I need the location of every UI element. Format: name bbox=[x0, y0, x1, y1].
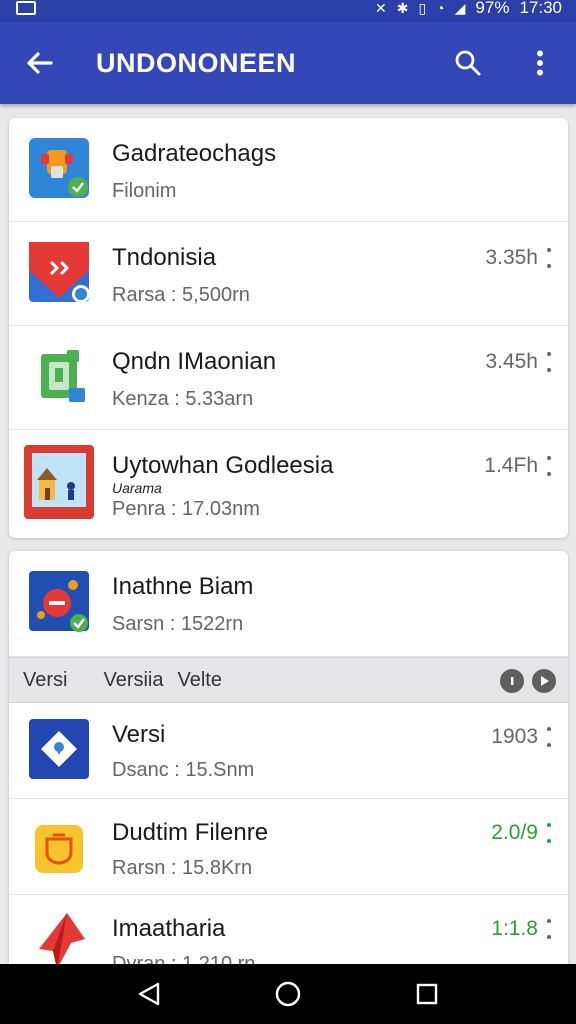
nav-back-button[interactable] bbox=[119, 964, 179, 1024]
app-list-card: Gadrateochags Filonim Tndonisia Rarsa : … bbox=[9, 118, 568, 538]
app-name: Versi bbox=[112, 721, 166, 748]
section-header: Versi Versiia Velte bbox=[9, 657, 568, 703]
app-tagline: Uarama bbox=[112, 480, 162, 496]
signal-icon: ◢ bbox=[454, 0, 466, 16]
app-icon-orange-tile bbox=[27, 136, 91, 200]
bluetooth-icon: ✱ bbox=[396, 0, 409, 16]
app-size: 2.0/9 bbox=[491, 821, 538, 844]
app-size: 1.4Fh bbox=[484, 454, 538, 477]
status-bar: ✕ ✱ ▯ ◔ ◢ 97% 17:30 bbox=[0, 0, 576, 22]
app-name: Qndn IMaonian bbox=[112, 348, 277, 375]
app-icon-blue-diamond bbox=[27, 717, 91, 781]
list-item[interactable]: Uytowhan Godleesia Uarama Penra : 17.03n… bbox=[9, 430, 568, 534]
screenshot-icon bbox=[16, 1, 36, 15]
info-icon[interactable] bbox=[500, 669, 524, 693]
app-name: Tndonisia bbox=[112, 244, 217, 271]
app-subtitle: Rarsn : 15.8Krn bbox=[112, 857, 253, 879]
more-options-icon[interactable] bbox=[544, 452, 554, 480]
overflow-menu-button[interactable] bbox=[504, 22, 576, 104]
back-button[interactable] bbox=[0, 22, 78, 104]
app-icon-yellow-bag bbox=[27, 817, 91, 881]
app-name: Dudtim Filenre bbox=[112, 819, 269, 846]
play-icon[interactable] bbox=[532, 669, 556, 693]
nav-recents-button[interactable] bbox=[397, 964, 457, 1024]
app-subtitle: Sarsn : 1522rn bbox=[112, 613, 244, 635]
more-options-icon[interactable] bbox=[544, 819, 554, 847]
section-label-2: Versiia bbox=[103, 668, 164, 691]
system-nav-bar bbox=[0, 964, 576, 1024]
list-item[interactable]: Versi Dsanc : 15.Snm 1903 bbox=[9, 703, 568, 799]
app-bar: UNDONONEEN bbox=[0, 22, 576, 104]
section-label-1: Versi bbox=[23, 668, 68, 691]
list-item[interactable]: Qndn IMaonian Kenza : 5.33arn 3.45h bbox=[9, 326, 568, 430]
overflow-menu-icon bbox=[537, 50, 543, 76]
app-size: 1903 bbox=[491, 725, 538, 748]
app-name: Gadrateochags bbox=[112, 140, 277, 167]
more-options-icon[interactable] bbox=[544, 915, 554, 943]
nav-back-icon bbox=[139, 982, 160, 1006]
nav-home-icon bbox=[275, 981, 301, 1007]
app-list-card-2: Inathne Biam Sarsn : 1522rn Versi Versii… bbox=[9, 551, 568, 981]
app-name: Uytowhan Godleesia bbox=[112, 452, 334, 479]
app-subtitle: Rarsa : 5,500rn bbox=[112, 284, 250, 306]
app-size: 3.35h bbox=[485, 246, 538, 269]
app-icon-red-heart bbox=[27, 240, 91, 304]
app-icon-green-doc bbox=[27, 344, 91, 408]
list-item[interactable]: Inathne Biam Sarsn : 1522rn bbox=[9, 551, 568, 657]
app-name: Imaatharia bbox=[112, 915, 226, 942]
more-options-icon[interactable] bbox=[544, 348, 554, 376]
section-label-3: Velte bbox=[177, 668, 222, 691]
silent-icon: ✕ bbox=[374, 0, 387, 16]
page-title: UNDONONEEN bbox=[96, 47, 297, 78]
vibrate-icon: ▯ bbox=[418, 0, 427, 16]
app-icon-house-picture bbox=[23, 444, 95, 520]
app-subtitle: Kenza : 5.33arn bbox=[112, 388, 254, 410]
app-size: 1:1.8 bbox=[491, 917, 538, 940]
app-size: 3.45h bbox=[485, 350, 538, 373]
more-options-icon[interactable] bbox=[544, 723, 554, 751]
wifi-icon: ◔ bbox=[436, 0, 445, 16]
app-subtitle: Penra : 17.03nm bbox=[112, 498, 260, 520]
status-icons: ✕ ✱ ▯ ◔ ◢ 97% 17:30 bbox=[375, 0, 562, 18]
list-item[interactable]: Dudtim Filenre Rarsn : 15.8Krn 2.0/9 bbox=[9, 799, 568, 895]
app-icon-blue-gift bbox=[27, 569, 91, 633]
back-arrow-icon bbox=[27, 52, 53, 74]
more-options-icon[interactable] bbox=[544, 244, 554, 272]
search-button[interactable] bbox=[432, 22, 504, 104]
nav-recents-icon bbox=[416, 983, 437, 1005]
nav-home-button[interactable] bbox=[258, 964, 318, 1024]
app-name: Inathne Biam bbox=[112, 573, 254, 600]
list-item[interactable]: Tndonisia Rarsa : 5,500rn 3.35h bbox=[9, 222, 568, 326]
list-item[interactable]: Gadrateochags Filonim bbox=[9, 118, 568, 222]
app-subtitle: Filonim bbox=[112, 180, 177, 202]
battery-text: 97% bbox=[475, 0, 510, 17]
clock-text: 17:30 bbox=[519, 0, 562, 17]
app-subtitle: Dsanc : 15.Snm bbox=[112, 759, 255, 781]
search-icon bbox=[455, 50, 481, 76]
